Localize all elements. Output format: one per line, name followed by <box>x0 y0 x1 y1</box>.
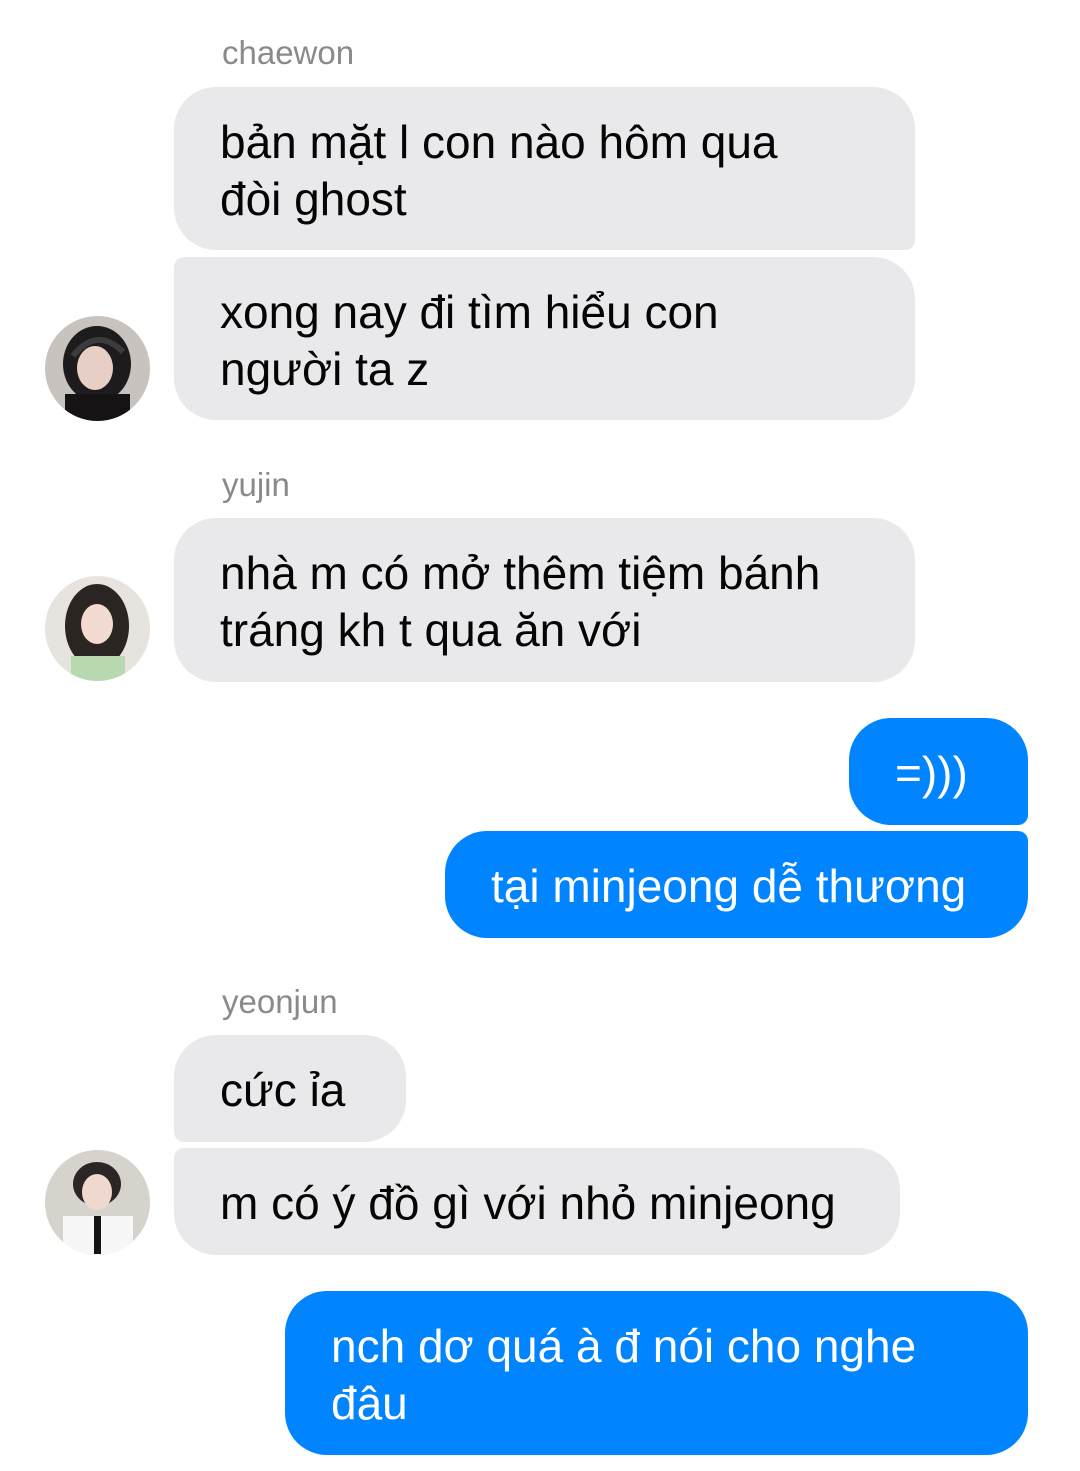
message-text: cức ỉa <box>220 1064 346 1116</box>
sender-name-chaewon: chaewon <box>222 34 355 71</box>
avatar-yeonjun[interactable] <box>45 1150 150 1255</box>
sender-name-yeonjun: yeonjun <box>222 983 338 1020</box>
message-text: =))) <box>895 747 968 799</box>
message-bubble[interactable]: =))) <box>849 718 1028 825</box>
message-text: tại minjeong dễ thương <box>491 860 967 912</box>
message-text: nhà m có mở thêm tiệm bánh tráng kh t qu… <box>220 547 821 656</box>
message-bubble[interactable]: bản mặt l con nào hôm qua đòi ghost <box>174 87 915 250</box>
avatar-photo <box>45 316 150 421</box>
message-text: bản mặt l con nào hôm qua đòi ghost <box>220 116 778 225</box>
message-bubble[interactable]: cức ỉa <box>174 1035 406 1142</box>
message-bubble[interactable]: tại minjeong dễ thương <box>445 831 1028 938</box>
message-bubble[interactable]: nhà m có mở thêm tiệm bánh tráng kh t qu… <box>174 518 915 682</box>
message-text: nch dơ quá à đ nói cho nghe đâu <box>331 1320 917 1429</box>
sender-name-yujin: yujin <box>222 466 290 503</box>
message-text: m có ý đồ gì với nhỏ minjeong <box>220 1177 836 1229</box>
message-bubble[interactable]: nch dơ quá à đ nói cho nghe đâu <box>285 1291 1028 1455</box>
message-text: xong nay đi tìm hiểu con người ta z <box>220 286 719 395</box>
message-bubble[interactable]: xong nay đi tìm hiểu con người ta z <box>174 257 915 420</box>
avatar-photo <box>45 1150 150 1255</box>
avatar-yujin[interactable] <box>45 576 150 681</box>
avatar-photo <box>45 576 150 681</box>
avatar-chaewon[interactable] <box>45 316 150 421</box>
message-bubble[interactable]: m có ý đồ gì với nhỏ minjeong <box>174 1148 900 1255</box>
